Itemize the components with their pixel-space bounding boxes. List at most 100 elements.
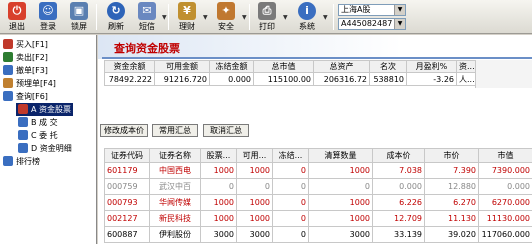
nav-item-fund-stock[interactable]: A 资金股票 [16,103,74,116]
column-header[interactable]: 冻结... [272,148,309,163]
exit-button[interactable]: ⏻ 退出 [2,1,32,33]
table-row[interactable]: 000759 武汉中百 0 0 0 0 0.000 12.880 0.000 [104,178,532,195]
chevron-down-icon: ▼ [394,19,405,29]
trading-client-window: ⏻ 退出 ☺ 登录 ▣ 锁屏 ↻ 刷新 ✉ 短信 ▼ ¥ 理财 ▼ ✦ 安全 ▼… [0,0,532,244]
column-header[interactable]: 资金余额 [104,60,155,73]
table-cell: -3.26 [406,72,457,86]
table-cell: 0 [236,178,273,195]
system-icon: i [298,2,316,20]
column-header[interactable]: 资... [456,60,476,73]
nav-item-deal[interactable]: B 成 交 [18,116,58,129]
refresh-button[interactable]: ↻ 刷新 [101,1,131,33]
table-cell: 601179 [104,162,150,179]
message-icon: ✉ [138,2,156,20]
lock-icon: ▣ [70,2,88,20]
print-button[interactable]: ⎙ 打印 [252,1,282,33]
security-dropdown-arrow[interactable]: ▼ [242,14,248,21]
table-cell: 1000 [308,194,373,211]
table-cell: 6.226 [372,194,425,211]
table-row[interactable]: 601179 中国西电 1000 1000 0 1000 7.038 7.390 7390.00… [104,162,532,179]
table-cell: 600887 [104,226,150,243]
table-header-row: 资金余额 可用金额 冻结金额 总市值 总资产 名次 月盈利% 资... [104,60,476,73]
finance-icon: ¥ [178,2,196,20]
table-cell: 000793 [104,194,150,211]
toolbar-separator [168,4,169,30]
table-cell: 1000 [200,162,237,179]
page-title: 查询资金股票 [114,42,180,55]
column-header[interactable]: 名次 [369,60,407,73]
table-row[interactable]: 000793 华闻传媒 1000 1000 0 1000 6.226 6.270 6270.00… [104,194,532,211]
exit-icon: ⏻ [8,2,26,20]
column-header[interactable]: 股票... [200,148,237,163]
finance-dropdown-arrow[interactable]: ▼ [203,14,209,21]
lock-screen-button[interactable]: ▣ 锁屏 [64,1,94,33]
table-cell: 0.000 [209,72,254,86]
message-button[interactable]: ✉ 短信 [132,1,162,33]
system-dropdown-arrow[interactable]: ▼ [323,14,329,21]
modify-cost-price-button[interactable]: 修改成本价 [100,124,148,137]
column-header[interactable]: 冻结金额 [209,60,254,73]
table-cell: 0.000 [478,178,532,195]
table-cell: 3000 [200,226,237,243]
fund-table-blank-area [475,60,532,88]
column-header[interactable]: 可用金额 [154,60,210,73]
column-header[interactable]: 总资产 [313,60,370,73]
column-header[interactable]: 清算数量 [308,148,373,163]
nav-item-query[interactable]: 查询[F6] [3,90,48,103]
preorder-icon [3,78,13,88]
column-header[interactable]: 可用... [236,148,273,163]
toolbar-separator [249,4,250,30]
nav-item-preorder[interactable]: 预埋单[F4] [3,77,56,90]
account-select[interactable]: A445082487 ▼ [338,18,406,30]
print-dropdown-arrow[interactable]: ▼ [283,14,289,21]
column-header[interactable]: 证券代码 [104,148,150,163]
table-cell: 12.709 [372,210,425,227]
login-icon: ☺ [39,2,57,20]
table-cell: 33.139 [372,226,425,243]
login-button[interactable]: ☺ 登录 [33,1,63,33]
table-header-row: 证券代码 证券名称 股票... 可用... 冻结... 清算数量 成本价 市价 … [104,148,532,163]
column-header[interactable]: 证券名称 [149,148,201,163]
table-cell: 1000 [236,194,273,211]
table-cell: 中国西电 [149,162,201,179]
finance-button[interactable]: ¥ 理财 [172,1,202,33]
table-cell: 6270.000 [478,194,532,211]
holdings-body: 601179 中国西电 1000 1000 0 1000 7.038 7.390 7390.00… [104,162,532,243]
market-select[interactable]: 上海A股 ▼ [338,4,406,16]
column-header[interactable]: 成本价 [372,148,425,163]
table-cell: 0 [308,178,373,195]
chevron-down-icon: ▼ [394,5,405,15]
table-cell: 1000 [200,210,237,227]
system-button[interactable]: i 系统 [292,1,322,33]
table-cell: 7.038 [372,162,425,179]
security-icon: ✦ [217,2,235,20]
nav-item-entrust[interactable]: C 委 托 [18,129,58,142]
entrust-icon [18,130,28,140]
toolbar-separator [333,4,334,30]
nav-item-sell[interactable]: 卖出[F2] [3,51,48,64]
table-cell: 0 [200,178,237,195]
security-button[interactable]: ✦ 安全 [211,1,241,33]
column-header[interactable]: 市价 [424,148,479,163]
query-panel: 查询资金股票 资金余额 可用金额 冻结金额 总市值 总资产 名次 月盈利% 资.… [98,35,532,244]
table-cell: 伊利股份 [149,226,201,243]
common-summary-button[interactable]: 常用汇总 [152,124,198,137]
table-cell: 0 [272,162,309,179]
cancel-summary-button[interactable]: 取消汇总 [203,124,249,137]
table-row[interactable]: 600887 伊利股份 3000 3000 0 3000 33.139 39.020 11706… [104,226,532,243]
table-row[interactable]: 78492.222 91216.720 0.000 115100.00 2063… [104,72,476,86]
nav-item-fund-detail[interactable]: D 资金明细 [18,142,72,155]
title-divider [102,57,532,59]
table-cell: 华闻传媒 [149,194,201,211]
toolbar: ⏻ 退出 ☺ 登录 ▣ 锁屏 ↻ 刷新 ✉ 短信 ▼ ¥ 理财 ▼ ✦ 安全 ▼… [0,0,532,34]
nav-item-cancel-order[interactable]: 撤单[F3] [3,64,48,77]
table-row[interactable]: 002127 新民科技 1000 1000 0 1000 12.709 11.130 11130… [104,210,532,227]
column-header[interactable]: 市值 [478,148,532,163]
table-cell: 0 [272,210,309,227]
nav-item-ranking[interactable]: 排行榜 [3,155,40,168]
column-header[interactable]: 总市值 [253,60,314,73]
column-header[interactable]: 月盈利% [406,60,457,73]
fund-summary-table: 资金余额 可用金额 冻结金额 总市值 总资产 名次 月盈利% 资... 7849… [104,60,476,86]
table-cell: 3000 [308,226,373,243]
nav-item-buy[interactable]: 买入[F1] [3,38,48,51]
